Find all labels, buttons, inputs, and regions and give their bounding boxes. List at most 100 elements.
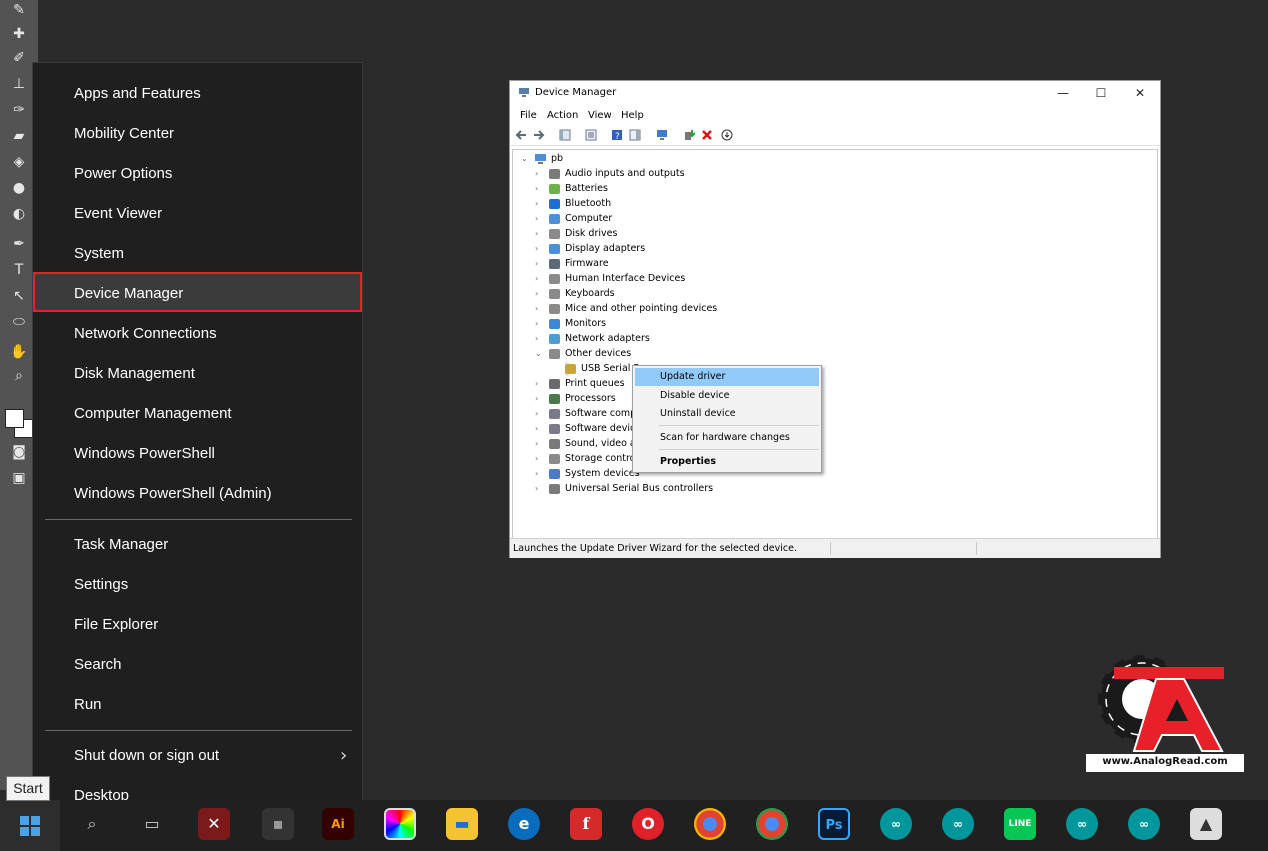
task-view-icon[interactable]: ▭ — [136, 808, 168, 840]
collapse-chevron-icon[interactable]: › — [535, 167, 543, 181]
enable-device-icon[interactable] — [721, 129, 733, 141]
collapse-chevron-icon[interactable]: › — [535, 197, 543, 211]
app-icon[interactable]: ▪ — [262, 808, 294, 840]
pen-icon[interactable]: ✒ — [9, 234, 29, 254]
menu-view[interactable]: View — [588, 110, 612, 121]
menu-shut-down-or-sign-out[interactable]: Shut down or sign out › — [33, 736, 364, 776]
history-brush-icon[interactable]: ✑ — [9, 100, 29, 120]
collapse-chevron-icon[interactable]: › — [535, 437, 543, 451]
collapse-chevron-icon[interactable]: › — [535, 302, 543, 316]
type-icon[interactable]: T — [9, 260, 29, 280]
ctx-properties[interactable]: Properties — [635, 453, 819, 471]
ctx-update-driver[interactable]: Update driver — [635, 368, 819, 386]
search-icon[interactable]: ⌕ — [76, 808, 108, 840]
photos-icon[interactable]: ▲ — [1190, 808, 1222, 840]
collapse-chevron-icon[interactable]: › — [535, 332, 543, 346]
dodge-icon[interactable]: ◐ — [9, 204, 29, 224]
menu-power-options[interactable]: Power Options — [33, 154, 364, 194]
tree-child-node[interactable]: USB Serial P — [565, 362, 639, 376]
collapse-chevron-icon[interactable]: › — [535, 317, 543, 331]
hand-icon[interactable]: ✋ — [9, 342, 29, 362]
ctx-uninstall-device[interactable]: Uninstall device — [635, 405, 819, 423]
eyedropper-icon[interactable]: ✎ — [9, 0, 29, 20]
app-icon[interactable]: ✕ — [198, 808, 230, 840]
ctx-disable-device[interactable]: Disable device — [635, 387, 819, 405]
back-icon[interactable] — [515, 129, 527, 141]
menu-task-manager[interactable]: Task Manager — [33, 525, 364, 565]
forward-icon[interactable] — [533, 129, 545, 141]
file-explorer-icon[interactable]: ▬ — [446, 808, 478, 840]
opera-icon[interactable]: O — [632, 808, 664, 840]
collapse-chevron-icon[interactable]: › — [535, 377, 543, 391]
arduino-icon[interactable]: ∞ — [1128, 808, 1160, 840]
expand-chevron-icon[interactable]: ⌄ — [521, 152, 529, 166]
title-bar[interactable]: Device Manager — ☐ ✕ — [510, 81, 1160, 106]
collapse-chevron-icon[interactable]: › — [535, 212, 543, 226]
photoshop-icon[interactable]: Ps — [818, 808, 850, 840]
uninstall-icon[interactable] — [701, 129, 713, 141]
menu-search[interactable]: Search — [33, 645, 364, 685]
menu-settings[interactable]: Settings — [33, 565, 364, 605]
blur-icon[interactable]: ● — [9, 178, 29, 198]
expand-chevron-icon[interactable]: ⌄ — [535, 347, 543, 361]
menu-apps-and-features[interactable]: Apps and Features — [33, 74, 364, 114]
menu-event-viewer[interactable]: Event Viewer — [33, 194, 364, 234]
zoom-icon[interactable]: ⌕ — [9, 366, 29, 386]
chrome-icon[interactable] — [694, 808, 726, 840]
paint-bucket-icon[interactable]: ◈ — [9, 152, 29, 172]
collapse-chevron-icon[interactable]: › — [535, 272, 543, 286]
stamp-icon[interactable]: ⊥ — [9, 74, 29, 94]
brush-icon[interactable]: ✐ — [9, 48, 29, 68]
minimize-button[interactable]: — — [1054, 84, 1072, 102]
menu-computer-management[interactable]: Computer Management — [33, 394, 364, 434]
menu-system[interactable]: System — [33, 234, 364, 274]
close-button[interactable]: ✕ — [1131, 84, 1149, 102]
collapse-chevron-icon[interactable]: › — [535, 392, 543, 406]
collapse-chevron-icon[interactable]: › — [535, 257, 543, 271]
ellipse-icon[interactable]: ⬭ — [9, 312, 29, 332]
color-app-icon[interactable] — [384, 808, 416, 840]
eraser-icon[interactable]: ▰ — [9, 126, 29, 146]
collapse-chevron-icon[interactable]: › — [535, 407, 543, 421]
menu-device-manager[interactable]: Device Manager — [33, 272, 362, 312]
collapse-chevron-icon[interactable]: › — [535, 482, 543, 496]
help-icon[interactable]: ? — [611, 129, 623, 141]
collapse-chevron-icon[interactable]: › — [535, 467, 543, 481]
path-select-icon[interactable]: ↖ — [9, 286, 29, 306]
properties-icon[interactable] — [585, 129, 597, 141]
arduino-icon[interactable]: ∞ — [880, 808, 912, 840]
edge-icon[interactable]: e — [508, 808, 540, 840]
maximize-button[interactable]: ☐ — [1092, 84, 1110, 102]
menu-disk-management[interactable]: Disk Management — [33, 354, 364, 394]
menu-windows-powershell-admin[interactable]: Windows PowerShell (Admin) — [33, 474, 364, 514]
menu-network-connections[interactable]: Network Connections — [33, 314, 364, 354]
menu-file-explorer[interactable]: File Explorer — [33, 605, 364, 645]
illustrator-icon[interactable]: Ai — [322, 808, 354, 840]
chrome-icon[interactable] — [756, 808, 788, 840]
collapse-chevron-icon[interactable]: › — [535, 182, 543, 196]
screen-mode-icon[interactable]: ▣ — [9, 468, 29, 488]
show-hide-tree-icon[interactable] — [559, 129, 571, 141]
line-icon[interactable]: LINE — [1004, 808, 1036, 840]
menu-run[interactable]: Run — [33, 685, 364, 725]
collapse-chevron-icon[interactable]: › — [535, 227, 543, 241]
menu-help[interactable]: Help — [621, 110, 644, 121]
foreground-color-swatch[interactable] — [5, 409, 24, 428]
collapse-chevron-icon[interactable]: › — [535, 452, 543, 466]
collapse-chevron-icon[interactable]: › — [535, 422, 543, 436]
arduino-icon[interactable]: ∞ — [942, 808, 974, 840]
menu-action[interactable]: Action — [547, 110, 578, 121]
menu-windows-powershell[interactable]: Windows PowerShell — [33, 434, 364, 474]
quick-mask-icon[interactable]: ◙ — [9, 442, 29, 462]
menu-mobility-center[interactable]: Mobility Center — [33, 114, 364, 154]
windows-logo-icon[interactable] — [20, 816, 40, 836]
action-pane-icon[interactable] — [629, 129, 641, 141]
menu-file[interactable]: File — [520, 110, 537, 121]
collapse-chevron-icon[interactable]: › — [535, 242, 543, 256]
foxit-icon[interactable]: f — [570, 808, 602, 840]
arduino-icon[interactable]: ∞ — [1066, 808, 1098, 840]
collapse-chevron-icon[interactable]: › — [535, 287, 543, 301]
healing-brush-icon[interactable]: ✚ — [9, 24, 29, 44]
scan-hardware-icon[interactable] — [656, 129, 668, 141]
ctx-scan-hardware[interactable]: Scan for hardware changes — [635, 429, 819, 447]
